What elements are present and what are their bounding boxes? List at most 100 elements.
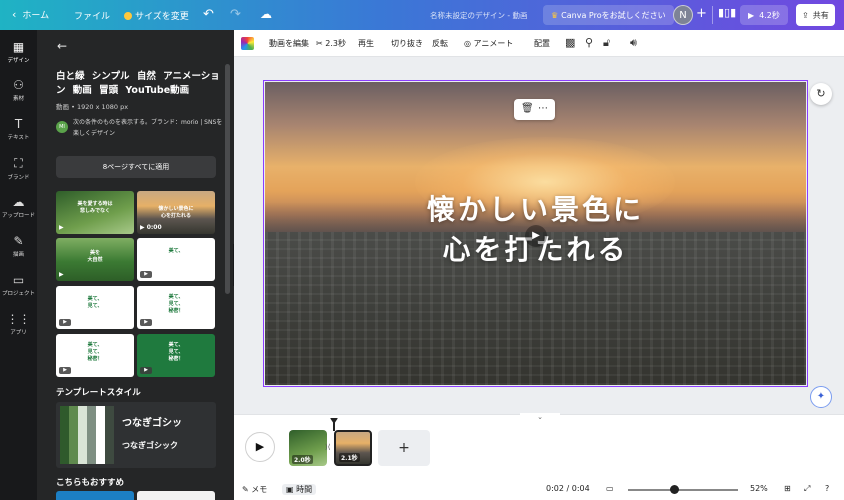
resize-button[interactable]: サイズを変更 bbox=[124, 9, 189, 22]
try-pro-button[interactable]: ♛ Canva Proをお試しください bbox=[543, 5, 674, 25]
recommend-thumb[interactable] bbox=[56, 491, 134, 500]
recommend-thumb[interactable] bbox=[137, 491, 215, 500]
rail-item-brand[interactable]: ⛶ ブランド bbox=[0, 156, 37, 181]
template-page-thumb[interactable]: 美て、 見て、 秘密！ ▶ bbox=[137, 334, 215, 377]
share-icon: ⇪ bbox=[802, 10, 809, 20]
present-play-button[interactable]: ▶ 4.2秒 bbox=[740, 5, 788, 25]
timeline-clip[interactable]: 2.0秒 bbox=[289, 430, 327, 466]
video-badge-icon: ▶ bbox=[59, 319, 71, 326]
style-color-stripe bbox=[78, 406, 87, 464]
rail-item-elements[interactable]: ⚇ 素材 bbox=[0, 78, 37, 102]
page-view-icon[interactable]: ▭ bbox=[606, 484, 614, 493]
rail-label: アプリ bbox=[10, 330, 27, 336]
timeline-clip-selected[interactable]: 2.1秒 bbox=[334, 430, 372, 466]
playback-button[interactable]: 再生 bbox=[358, 38, 374, 49]
timer-icon: ▣ bbox=[286, 485, 294, 494]
style-font-sample: つなぎゴシック bbox=[122, 441, 178, 450]
zoom-percent[interactable]: 52% bbox=[750, 484, 768, 493]
template-page-thumb[interactable]: 美て、 見て、 秘密！ ▶ bbox=[137, 286, 215, 329]
rail-item-design[interactable]: ▦ デザイン bbox=[0, 40, 37, 64]
transition-icon[interactable]: ⟩⟨ bbox=[325, 443, 330, 451]
style-color-stripe bbox=[96, 406, 105, 464]
animate-label: アニメート bbox=[473, 39, 514, 48]
thumb-caption: 美を愛する時は 悲しみでなく bbox=[77, 201, 113, 214]
template-page-thumb[interactable]: 美を 大自然 ▶ bbox=[56, 238, 134, 281]
rail-item-uploads[interactable]: ☁ アップロード bbox=[0, 195, 37, 219]
left-rail: ▦ デザイン ⚇ 素材 T テキスト ⛶ ブランド ☁ アップロード ✎ 描画 … bbox=[0, 30, 37, 500]
play-icon[interactable]: ▶ bbox=[525, 225, 547, 247]
trim-duration-button[interactable]: ✂ 2.3秒 bbox=[316, 38, 346, 49]
fullscreen-icon[interactable]: ⤢ bbox=[804, 484, 810, 494]
position-button[interactable]: 配置 bbox=[534, 38, 550, 49]
back-arrow-icon[interactable]: ← bbox=[57, 39, 67, 53]
add-page-button[interactable]: + bbox=[378, 430, 430, 466]
add-member-icon[interactable]: + bbox=[696, 6, 707, 21]
rail-item-draw[interactable]: ✎ 描画 bbox=[0, 234, 37, 258]
zoom-slider-handle[interactable] bbox=[670, 485, 679, 494]
help-icon[interactable]: ? bbox=[825, 484, 829, 493]
apply-all-pages-button[interactable]: 8ページすべてに適用 bbox=[56, 156, 216, 178]
template-page-thumb[interactable]: 美て、 見て、 ▶ bbox=[56, 286, 134, 329]
zoom-slider-track[interactable] bbox=[628, 489, 738, 491]
share-label: 共有 bbox=[812, 10, 829, 20]
chevron-down-icon[interactable]: ⌄ bbox=[520, 413, 560, 422]
style-color-stripe bbox=[60, 406, 69, 464]
rail-item-text[interactable]: T テキスト bbox=[0, 117, 37, 141]
creator-info[interactable]: 次の条件のものを表示する。ブランド：morio | SNSを楽しくデザイン bbox=[73, 117, 223, 139]
video-badge-icon: ▶ bbox=[140, 271, 152, 278]
template-page-thumb[interactable]: 美を愛する時は 悲しみでなく ▶ bbox=[56, 191, 134, 234]
share-button[interactable]: ⇪ 共有 bbox=[796, 4, 835, 26]
video-background[interactable]: 懐かしい景色に 心を打たれる ▶ bbox=[265, 82, 806, 385]
undo-icon[interactable]: ↶ bbox=[203, 7, 214, 22]
rail-label: デザイン bbox=[7, 58, 30, 64]
lock-icon[interactable]: 🔓︎ bbox=[603, 36, 610, 50]
notes-button[interactable]: ✎ メモ bbox=[242, 484, 267, 495]
playhead[interactable] bbox=[333, 419, 335, 431]
template-page-thumb[interactable]: 美て、 見て、 秘密！ ▶ bbox=[56, 334, 134, 377]
thumb-caption: 美て、 見て、 bbox=[87, 296, 103, 309]
rail-label: 素材 bbox=[12, 96, 24, 102]
home-button[interactable]: ‹ ホーム bbox=[12, 8, 49, 21]
rail-item-apps[interactable]: ⋮⋮ アプリ bbox=[0, 312, 37, 336]
apps-icon: ⋮⋮ bbox=[6, 312, 31, 326]
play-icon: ▶ bbox=[748, 10, 755, 20]
headline-line-1: 懐かしい景色に bbox=[426, 193, 644, 226]
thumb-duration: ▶ 0:00 bbox=[140, 224, 162, 231]
rail-item-projects[interactable]: ▭ プロジェクト bbox=[0, 273, 37, 297]
template-page-thumb[interactable]: 美て、 ▶ bbox=[137, 238, 215, 281]
template-style-card[interactable]: つなぎゴシッ つなぎゴシック bbox=[56, 402, 216, 468]
grid-view-icon[interactable]: ⊞ bbox=[784, 484, 791, 493]
rail-label: プロジェクト bbox=[1, 291, 35, 297]
crop-button[interactable]: 切り抜き bbox=[391, 38, 423, 49]
template-page-thumb[interactable]: 懐かしい景色に 心を打たれる ▶ 0:00 bbox=[137, 191, 215, 234]
timing-button[interactable]: ▣ 時間 bbox=[282, 484, 317, 495]
file-menu[interactable]: ファイル bbox=[74, 9, 110, 22]
transparency-icon[interactable]: ▩ bbox=[565, 36, 575, 49]
section-title-recommend: こちらもおすすめ bbox=[56, 478, 125, 488]
style-color-stripe bbox=[105, 406, 114, 464]
clip-duration: 2.1秒 bbox=[339, 453, 360, 462]
refresh-icon[interactable]: ↻ bbox=[810, 83, 832, 105]
video-badge-icon: ▶ bbox=[59, 367, 71, 374]
redo-icon[interactable]: ↷ bbox=[230, 7, 241, 22]
trash-icon[interactable]: 🗑︎ bbox=[521, 103, 534, 114]
avatar[interactable]: N bbox=[673, 5, 693, 25]
style-color-stripe bbox=[87, 406, 96, 464]
stats-icon[interactable]: ▮▯▮ bbox=[718, 6, 736, 19]
panel-scrollbar[interactable] bbox=[225, 64, 230, 294]
animate-button[interactable]: ◎ アニメート bbox=[464, 38, 513, 49]
brand-icon: ⛶ bbox=[14, 156, 23, 170]
edit-video-button[interactable]: 動画を編集 bbox=[269, 38, 309, 49]
timeline-play-button[interactable]: ▶ bbox=[245, 432, 275, 462]
more-options-icon[interactable]: ⋯ bbox=[538, 103, 548, 114]
video-badge-icon: ▶ bbox=[140, 319, 152, 326]
volume-icon[interactable]: 🔊︎ bbox=[630, 36, 637, 50]
flip-button[interactable]: 反転 bbox=[432, 38, 448, 49]
rail-label: 描画 bbox=[12, 252, 24, 258]
rail-label: アップロード bbox=[1, 213, 35, 219]
design-title[interactable]: 名称未設定のデザイン - 動画 bbox=[430, 10, 527, 21]
format-painter-icon[interactable]: ⚲ bbox=[585, 36, 593, 49]
cloud-save-icon[interactable]: ☁ bbox=[260, 7, 272, 21]
magic-assist-icon[interactable]: ✦ bbox=[810, 386, 832, 408]
color-picker-icon[interactable] bbox=[241, 37, 254, 50]
